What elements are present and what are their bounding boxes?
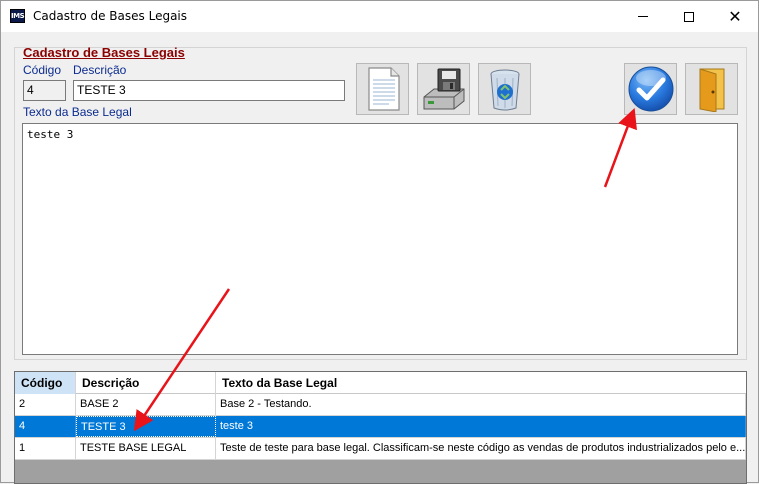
cell-codigo: 2	[15, 394, 76, 415]
descricao-field[interactable]: TESTE 3	[73, 80, 345, 101]
confirm-button[interactable]	[624, 63, 677, 115]
form-title: Cadastro de Bases Legais	[23, 45, 185, 60]
cell-texto: Base 2 - Testando.	[216, 394, 746, 415]
bases-legais-grid[interactable]: Código Descrição Texto da Base Legal 2 B…	[14, 371, 747, 484]
grid-empty-area	[15, 460, 746, 483]
column-header-texto[interactable]: Texto da Base Legal	[216, 372, 746, 394]
codigo-label: Código	[23, 63, 62, 77]
door-exit-icon	[699, 68, 724, 112]
table-row[interactable]: 2 BASE 2 Base 2 - Testando.	[15, 394, 746, 416]
texto-textarea[interactable]: teste 3	[22, 123, 738, 355]
minimize-icon	[638, 16, 648, 17]
save-drive-icon	[423, 68, 464, 110]
texto-label: Texto da Base Legal	[23, 105, 132, 119]
cell-descricao: TESTE 3	[76, 416, 216, 437]
column-header-descricao[interactable]: Descrição	[76, 372, 216, 394]
window-title: Cadastro de Bases Legais	[33, 9, 188, 23]
cell-texto: teste 3	[216, 416, 746, 437]
maximize-icon	[684, 11, 694, 22]
codigo-field[interactable]: 4	[23, 80, 66, 101]
close-icon: ✕	[728, 6, 742, 26]
cell-descricao: TESTE BASE LEGAL	[76, 438, 216, 459]
app-icon: IMS	[10, 9, 25, 23]
cell-codigo: 4	[15, 416, 76, 437]
table-row[interactable]: 1 TESTE BASE LEGAL Teste de teste para b…	[15, 438, 746, 460]
close-button[interactable]: ✕	[712, 1, 758, 32]
delete-button[interactable]	[478, 63, 531, 115]
document-icon	[367, 67, 400, 111]
recycle-bin-icon	[490, 69, 519, 111]
new-button[interactable]	[356, 63, 409, 115]
column-header-codigo[interactable]: Código	[15, 372, 76, 394]
maximize-button[interactable]	[666, 1, 712, 32]
grid-header: Código Descrição Texto da Base Legal	[15, 372, 746, 394]
minimize-button[interactable]	[620, 1, 666, 32]
title-bar[interactable]: IMS Cadastro de Bases Legais ✕	[1, 1, 758, 32]
cell-texto: Teste de teste para base legal. Classifi…	[216, 438, 746, 459]
table-row-selected[interactable]: 4 TESTE 3 teste 3	[15, 416, 746, 438]
checkmark-icon	[628, 66, 673, 112]
exit-button[interactable]	[685, 63, 738, 115]
descricao-label: Descrição	[73, 63, 127, 77]
cell-codigo: 1	[15, 438, 76, 459]
cell-descricao: BASE 2	[76, 394, 216, 415]
save-button[interactable]	[417, 63, 470, 115]
main-window: IMS Cadastro de Bases Legais ✕ Cadastro …	[0, 0, 759, 484]
